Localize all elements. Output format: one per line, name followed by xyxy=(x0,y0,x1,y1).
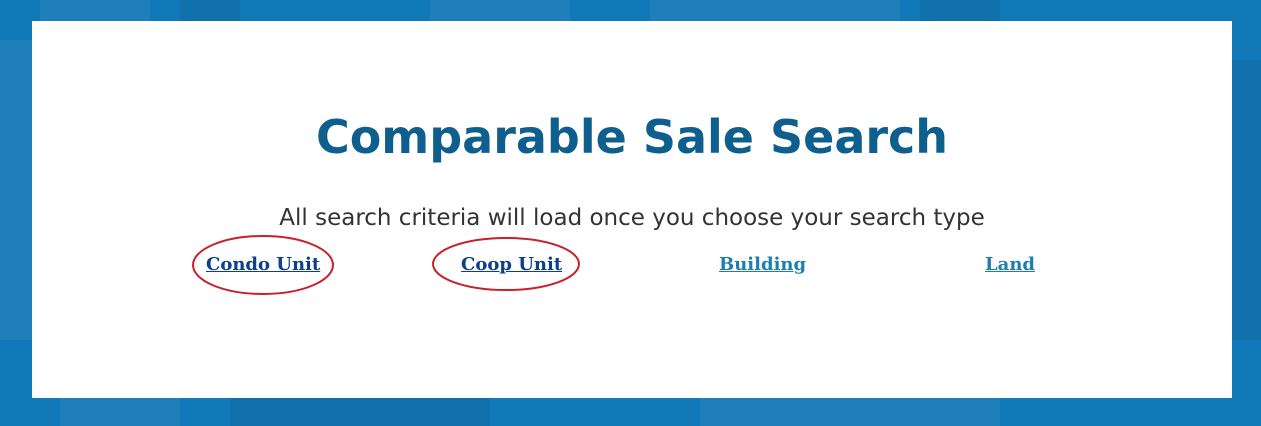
coop-unit-link[interactable]: Coop Unit xyxy=(461,253,562,277)
page-subtitle: All search criteria will load once you c… xyxy=(279,205,985,231)
building-link[interactable]: Building xyxy=(719,253,806,277)
condo-unit-link[interactable]: Condo Unit xyxy=(206,253,320,277)
search-panel: Comparable Sale Search All search criter… xyxy=(32,21,1232,398)
page-title: Comparable Sale Search xyxy=(315,110,949,164)
land-link[interactable]: Land xyxy=(985,253,1035,277)
